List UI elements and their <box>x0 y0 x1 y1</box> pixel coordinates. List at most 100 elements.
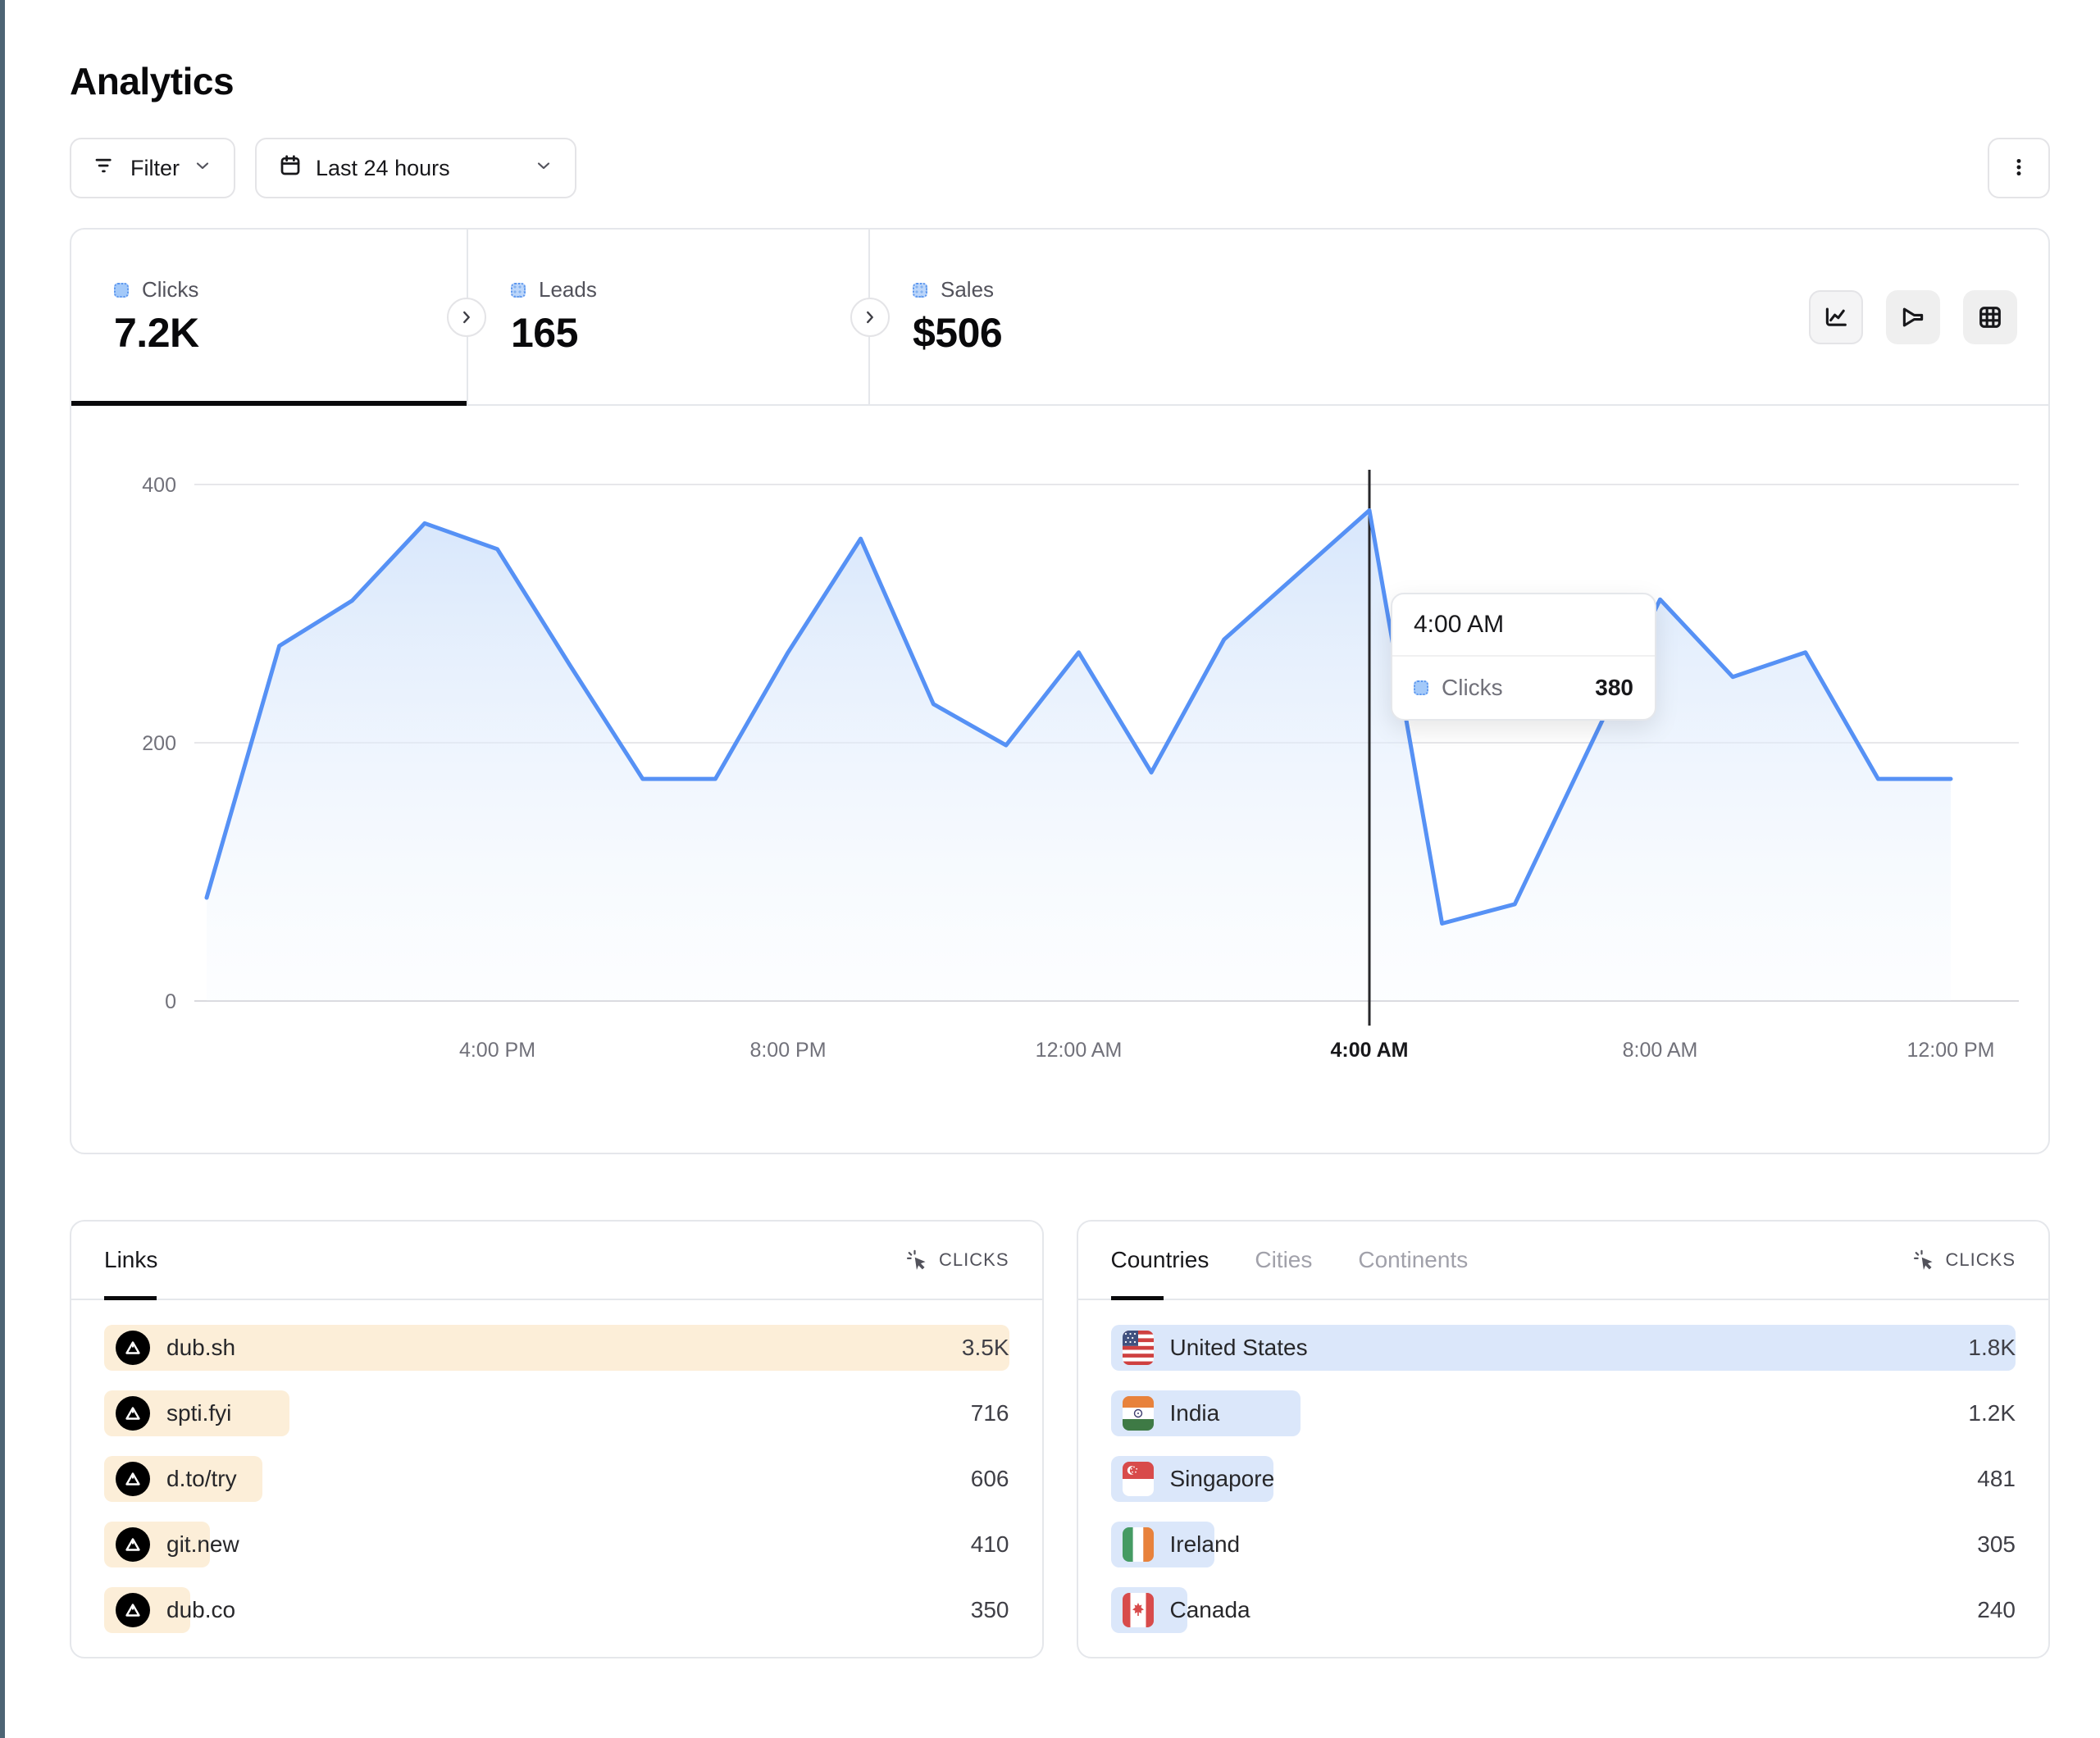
list-item[interactable]: Ireland 305 <box>1111 1522 2016 1567</box>
list-item[interactable]: d.to/try 606 <box>104 1456 1009 1502</box>
line-chart-icon <box>1822 303 1850 331</box>
tab-clicks[interactable]: Clicks 7.2K <box>71 230 467 404</box>
svg-text:8:00 AM: 8:00 AM <box>1623 1039 1698 1062</box>
list-item[interactable]: Singapore 481 <box>1111 1456 2016 1502</box>
filter-button[interactable]: Filter <box>70 138 235 198</box>
grid-icon <box>1976 303 2004 331</box>
list-item[interactable]: git.new 410 <box>104 1522 1009 1567</box>
window-edge-strip <box>0 0 5 1738</box>
table-view-button[interactable] <box>1963 290 2017 344</box>
ca-flag-icon <box>1123 1593 1154 1627</box>
countries-panel: Countries Cities Continents CLICKS <box>1077 1220 2051 1658</box>
dub-logo-avatar <box>116 1396 150 1431</box>
analytics-card: Clicks 7.2K Leads 165 Sales $506 <box>70 228 2050 1154</box>
countries-metric-label: CLICKS <box>1946 1249 2016 1271</box>
list-item[interactable]: United States 1.8K <box>1111 1325 2016 1371</box>
dub-logo-icon <box>123 1535 143 1554</box>
tab-countries[interactable]: Countries <box>1111 1222 1209 1299</box>
item-value: 481 <box>1977 1466 2016 1492</box>
dub-logo-icon <box>123 1600 143 1620</box>
stat-tabs: Clicks 7.2K Leads 165 Sales $506 <box>71 230 2048 406</box>
us-flag-icon <box>1123 1331 1154 1365</box>
clicks-legend-swatch <box>114 283 129 298</box>
chevron-down-icon <box>534 156 553 181</box>
item-label: spti.fyi <box>166 1400 231 1426</box>
funnel-icon <box>1899 303 1927 331</box>
tooltip-time: 4:00 AM <box>1392 594 1655 657</box>
list-item[interactable]: India 1.2K <box>1111 1390 2016 1436</box>
kebab-menu-icon <box>2007 156 2030 181</box>
item-value: 240 <box>1977 1597 2016 1623</box>
item-label: dub.co <box>166 1597 235 1623</box>
item-label: Ireland <box>1170 1531 1241 1558</box>
tooltip-clicks-swatch <box>1414 680 1428 695</box>
clicks-chart-area: 02004004:00 PM8:00 PM12:00 AM4:00 AM8:00… <box>71 406 2048 1153</box>
clicks-area-chart[interactable]: 02004004:00 PM8:00 PM12:00 AM4:00 AM8:00… <box>71 427 2048 1083</box>
page-title: Analytics <box>70 59 2050 103</box>
chevron-right-icon <box>456 307 477 328</box>
item-label: d.to/try <box>166 1466 237 1492</box>
chevron-right-icon <box>859 307 881 328</box>
list-item[interactable]: Canada 240 <box>1111 1587 2016 1633</box>
leads-label: Leads <box>539 277 597 303</box>
dub-logo-avatar <box>116 1331 150 1365</box>
list-item[interactable]: spti.fyi 716 <box>104 1390 1009 1436</box>
tab-continents[interactable]: Continents <box>1358 1222 1468 1299</box>
expand-clicks-leads-button[interactable] <box>447 298 486 337</box>
item-label: git.new <box>166 1531 239 1558</box>
dub-logo-icon <box>123 1404 143 1423</box>
funnel-view-button[interactable] <box>1886 290 1940 344</box>
tab-sales[interactable]: Sales $506 <box>868 230 1295 404</box>
list-item[interactable]: dub.sh 3.5K <box>104 1325 1009 1371</box>
leaderboard-panels: Links CLICKS dub.sh 3.5K <box>70 1220 2050 1658</box>
dub-logo-avatar <box>116 1593 150 1627</box>
value-bar <box>104 1325 1009 1371</box>
item-value: 606 <box>971 1466 1009 1492</box>
links-metric-label: CLICKS <box>939 1249 1009 1271</box>
tooltip-series-label: Clicks <box>1442 675 1503 701</box>
filter-icon <box>93 153 117 184</box>
dub-logo-icon <box>123 1469 143 1489</box>
tab-leads[interactable]: Leads 165 <box>467 230 868 404</box>
tooltip-series-value: 380 <box>1595 675 1633 701</box>
svg-text:4:00 PM: 4:00 PM <box>459 1039 535 1062</box>
countries-metric[interactable]: CLICKS <box>1913 1249 2016 1272</box>
countries-list: United States 1.8K India 1.2K Singapore … <box>1078 1300 2049 1633</box>
date-range-label: Last 24 hours <box>316 156 450 181</box>
sales-value: $506 <box>913 309 1295 357</box>
item-value: 305 <box>1977 1531 2016 1558</box>
leads-legend-swatch <box>511 283 526 298</box>
svg-text:200: 200 <box>142 732 176 755</box>
chevron-down-icon <box>193 156 212 181</box>
tab-cities[interactable]: Cities <box>1255 1222 1312 1299</box>
item-value: 1.8K <box>1968 1335 2016 1361</box>
svg-text:400: 400 <box>142 474 176 497</box>
sales-label: Sales <box>941 277 994 303</box>
item-value: 716 <box>971 1400 1009 1426</box>
item-value: 410 <box>971 1531 1009 1558</box>
filter-button-label: Filter <box>130 156 180 181</box>
line-chart-view-button[interactable] <box>1809 290 1863 344</box>
item-value: 350 <box>971 1597 1009 1623</box>
sales-legend-swatch <box>913 283 927 298</box>
svg-text:0: 0 <box>165 990 176 1013</box>
item-label: India <box>1170 1400 1220 1426</box>
expand-leads-sales-button[interactable] <box>850 298 890 337</box>
links-metric[interactable]: CLICKS <box>906 1249 1009 1272</box>
svg-text:12:00 PM: 12:00 PM <box>1906 1039 1994 1062</box>
svg-text:12:00 AM: 12:00 AM <box>1036 1039 1123 1062</box>
list-item[interactable]: dub.co 350 <box>104 1587 1009 1633</box>
chart-tooltip: 4:00 AM Clicks 380 <box>1391 593 1656 721</box>
tab-links[interactable]: Links <box>104 1222 157 1299</box>
cursor-click-icon <box>1913 1249 1936 1272</box>
dub-logo-icon <box>123 1338 143 1358</box>
svg-text:4:00 AM: 4:00 AM <box>1331 1039 1409 1062</box>
clicks-label: Clicks <box>142 277 198 303</box>
clicks-value: 7.2K <box>114 309 467 357</box>
in-flag-icon <box>1123 1396 1154 1431</box>
more-options-button[interactable] <box>1988 138 2050 198</box>
dub-logo-avatar <box>116 1527 150 1562</box>
analytics-page: Analytics Filter Last 24 hou <box>70 0 2050 1658</box>
item-label: dub.sh <box>166 1335 235 1361</box>
date-range-button[interactable]: Last 24 hours <box>255 138 576 198</box>
